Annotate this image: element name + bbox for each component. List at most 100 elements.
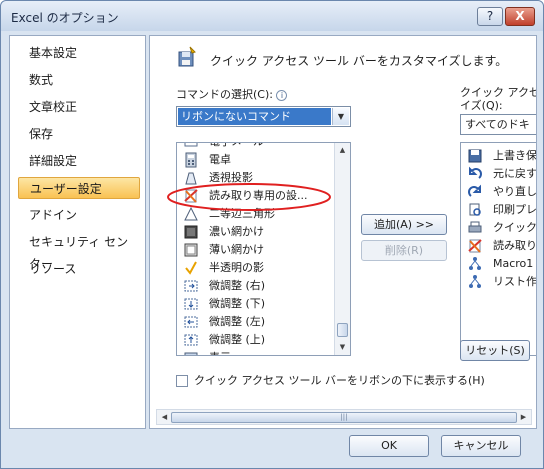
display-icon	[184, 352, 198, 355]
qat-customize-icon	[178, 46, 196, 67]
reset-button[interactable]: リセット(S)	[460, 340, 530, 361]
list-item[interactable]: 電卓	[179, 151, 334, 169]
checkmark-icon	[185, 261, 197, 275]
quick-print-icon	[468, 221, 482, 233]
list-item[interactable]: クイック印	[463, 219, 536, 237]
list-item[interactable]: 電子メール	[179, 143, 334, 151]
show-below-ribbon-checkbox[interactable]	[176, 375, 188, 387]
list-item-label: 電子メール	[209, 143, 264, 151]
scroll-up-icon[interactable]: ▲	[335, 143, 350, 158]
nav-item-formulas[interactable]: 数式	[18, 69, 140, 91]
choose-commands-text: コマンドの選択(C):	[176, 88, 273, 101]
add-button[interactable]: 追加(A) >>	[361, 214, 447, 235]
list-item[interactable]: 表示	[179, 349, 334, 355]
options-dialog: Excel のオプション ? X 基本設定 数式 文章校正 保存 詳細設定 ユー…	[0, 0, 544, 469]
qat-target-label: クイック アクセス イズ(Q):	[460, 86, 536, 112]
scroll-thumb[interactable]	[337, 323, 348, 337]
nudge-down-icon	[184, 298, 198, 310]
list-item[interactable]: 微調整 (左)	[179, 313, 334, 331]
list-item[interactable]: 微調整 (下)	[179, 295, 334, 313]
nav-item-resources[interactable]: リソース	[18, 258, 140, 280]
nav-item-trust-center[interactable]: セキュリティ センター	[18, 231, 140, 271]
commands-list[interactable]: 電子メール 電卓 透視投影 読み取り専用の設... 二等辺三角形 濃い網かけ	[176, 142, 351, 356]
light-shade-icon	[184, 243, 198, 257]
nav-item-basic[interactable]: 基本設定	[18, 42, 140, 64]
list-item-label: 半透明の影	[209, 261, 264, 274]
list-item-label: 微調整 (右)	[209, 279, 266, 292]
qat-target-label-line1: クイック アクセス	[460, 86, 536, 99]
list-item[interactable]: 薄い網かけ	[179, 241, 334, 259]
nav-item-proofing[interactable]: 文章校正	[18, 96, 140, 118]
options-nav: 基本設定 数式 文章校正 保存 詳細設定 ユーザー設定 アドイン セキュリティ …	[9, 35, 146, 429]
list-item-label: 微調整 (左)	[209, 315, 266, 328]
remove-button: 削除(R)	[361, 240, 447, 261]
nudge-up-icon	[184, 334, 198, 346]
list-create-icon	[469, 275, 481, 288]
print-preview-icon	[469, 203, 481, 216]
list-item[interactable]: リスト作成	[463, 273, 537, 291]
dark-shade-icon	[184, 225, 198, 239]
macro-icon	[469, 257, 481, 270]
list-item-label: 表示	[209, 349, 231, 355]
list-item-label: 上書き保	[493, 149, 537, 162]
list-item-label: 微調整 (下)	[209, 297, 266, 310]
list-item-label: 読み取り	[493, 239, 537, 252]
scroll-thumb[interactable]: |||	[171, 412, 517, 423]
choose-commands-select[interactable]: リボンにないコマンド ▼	[176, 106, 351, 127]
scroll-down-icon[interactable]: ▼	[335, 340, 350, 355]
dropdown-arrow-icon[interactable]: ▼	[332, 108, 349, 125]
commands-scrollbar[interactable]: ▲ ▼	[334, 143, 350, 355]
qat-target-label-line2: イズ(Q):	[460, 99, 503, 112]
list-item-label: リスト作成	[493, 275, 537, 288]
list-item-label: 元に戻す	[493, 167, 537, 180]
show-below-ribbon-label: クイック アクセス ツール バーをリボンの下に表示する(H)	[194, 374, 485, 387]
list-item[interactable]: 上書き保	[463, 147, 537, 165]
nudge-right-icon	[184, 280, 198, 292]
list-item[interactable]: やり直し	[463, 183, 537, 201]
qat-target-select[interactable]: すべてのドキュメ	[460, 114, 536, 135]
choose-commands-label: コマンドの選択(C): i	[176, 86, 288, 102]
list-item[interactable]: 読み取り	[463, 237, 537, 255]
nav-item-customize[interactable]: ユーザー設定	[18, 177, 140, 199]
redo-icon	[468, 184, 481, 197]
title-bar: Excel のオプション ? X	[1, 1, 543, 31]
list-item[interactable]: 微調整 (右)	[179, 277, 334, 295]
scroll-right-icon[interactable]: ▶	[516, 410, 531, 425]
window-title: Excel のオプション	[11, 11, 119, 25]
qat-target-value: すべてのドキュメ	[465, 118, 530, 131]
ok-button[interactable]: OK	[349, 435, 429, 457]
list-item[interactable]: Macro1	[463, 255, 536, 273]
list-item[interactable]: 元に戻す	[463, 165, 537, 183]
qat-commands-list[interactable]: 上書き保 元に戻す やり直し 印刷プレ クイック印 読み取り	[460, 142, 537, 356]
panel-horizontal-scrollbar[interactable]: ◀ ||| ▶	[156, 409, 532, 425]
list-item-label: 微調整 (上)	[209, 333, 266, 346]
close-button[interactable]: X	[505, 7, 535, 26]
list-item-label: Macro1	[493, 257, 534, 270]
list-item-label: やり直し	[493, 185, 537, 198]
highlight-annotation	[167, 183, 331, 211]
list-item[interactable]: 微調整 (上)	[179, 331, 334, 349]
scroll-left-icon[interactable]: ◀	[157, 410, 172, 425]
list-item-label: 電卓	[209, 153, 231, 166]
nudge-left-icon	[184, 316, 198, 328]
nav-item-addins[interactable]: アドイン	[18, 204, 140, 226]
info-icon: i	[276, 89, 288, 101]
undo-icon	[469, 166, 482, 179]
list-item[interactable]: 印刷プレ	[463, 201, 536, 219]
choose-commands-value: リボンにないコマンド	[178, 108, 331, 125]
save-icon	[468, 149, 482, 163]
show-below-ribbon-option[interactable]: クイック アクセス ツール バーをリボンの下に表示する(H)	[176, 372, 485, 388]
help-button[interactable]: ?	[477, 7, 503, 26]
email-icon	[184, 143, 198, 147]
list-item[interactable]: 半透明の影	[179, 259, 334, 277]
calculator-icon	[185, 152, 197, 168]
read-only-icon	[468, 239, 482, 253]
list-item[interactable]: 濃い網かけ	[179, 223, 334, 241]
cancel-button[interactable]: キャンセル	[441, 435, 521, 457]
panel-heading: クイック アクセス ツール バーをカスタマイズします。	[210, 54, 508, 68]
customize-panel: クイック アクセス ツール バーをカスタマイズします。 コマンドの選択(C): …	[149, 35, 537, 429]
list-item-label: 薄い網かけ	[209, 243, 264, 256]
nav-item-save[interactable]: 保存	[18, 123, 140, 145]
list-item-label: 濃い網かけ	[209, 225, 264, 238]
nav-item-advanced[interactable]: 詳細設定	[18, 150, 140, 172]
